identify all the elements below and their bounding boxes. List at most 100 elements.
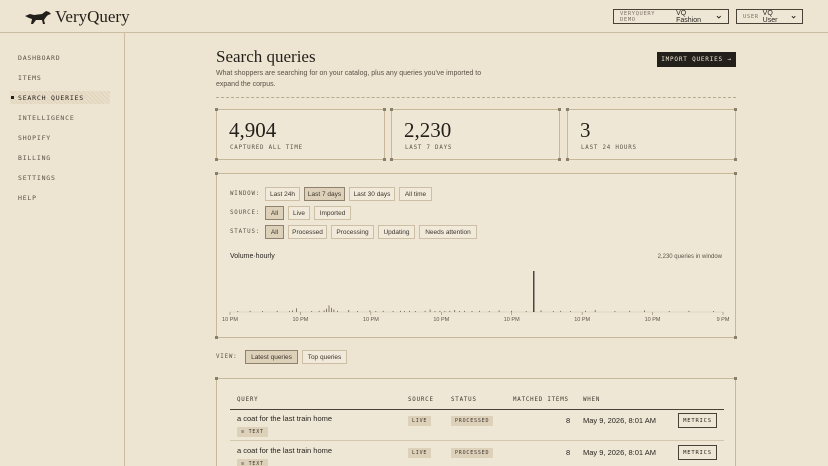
volume-bar [454, 310, 456, 313]
volume-bar [276, 310, 278, 312]
stat-card-last-7-days: 2,230 LAST 7 DAYS [390, 108, 561, 161]
corner-mark [566, 158, 569, 161]
corner-mark [390, 108, 393, 111]
sidebar-item-shopify[interactable]: SHOPIFY [10, 131, 110, 144]
metrics-button[interactable]: METRICS [678, 445, 717, 460]
stat-value: 4,904 [229, 118, 277, 142]
volume-bar [629, 310, 631, 312]
sidebar-item-settings[interactable]: SETTINGS [10, 171, 110, 184]
volume-bar [560, 310, 562, 312]
x-tick-label: 10 PM [574, 317, 590, 323]
sidebar-item-search-queries[interactable]: SEARCH QUERIES [10, 91, 110, 104]
source-option-all[interactable]: All [265, 206, 284, 220]
app-name: VeryQuery [55, 7, 130, 26]
import-queries-button[interactable]: IMPORT QUERIES → [657, 52, 736, 67]
sidebar-item-help[interactable]: HELP [10, 191, 110, 204]
column-header-source[interactable]: SOURCE [408, 397, 434, 403]
status-option-processed[interactable]: Processed [288, 225, 327, 239]
sidebar-item-label: INTELLIGENCE [18, 113, 75, 122]
query-text[interactable]: a coat for the last train home [237, 414, 332, 423]
volume-bar [262, 311, 263, 312]
volume-bar [337, 310, 338, 312]
source-option-imported[interactable]: Imported [314, 206, 351, 220]
metrics-button[interactable]: METRICS [678, 413, 717, 428]
status-option-all[interactable]: All [265, 225, 284, 239]
window-option-last-24h[interactable]: Last 24h [265, 187, 300, 201]
volume-bar [429, 309, 431, 312]
window-option-last-30-days[interactable]: Last 30 days [349, 187, 395, 201]
query-timestamp: May 9, 2026, 8:01 AM [583, 416, 656, 425]
volume-bar [375, 311, 377, 312]
view-option-top-queries[interactable]: Top queries [302, 350, 347, 364]
status-option-updating[interactable]: Updating [378, 225, 415, 239]
status-option-processing[interactable]: Processing [331, 225, 374, 239]
x-tick-label: 10 PM [433, 317, 449, 323]
corner-mark [734, 158, 737, 161]
column-header-status[interactable]: STATUS [451, 397, 477, 403]
volume-bar [237, 311, 239, 312]
workspace-select[interactable]: VERYQUERY DEMO VQ Fashion [613, 9, 729, 24]
sidebar: DASHBOARD ITEMS SEARCH QUERIES INTELLIGE… [0, 33, 125, 466]
workspace-key: VERYQUERY DEMO [620, 10, 656, 23]
corner-mark [215, 172, 218, 175]
stat-value: 3 [580, 118, 591, 142]
column-header-matched-items[interactable]: MATCHED ITEMS [513, 397, 569, 403]
sidebar-item-label: SETTINGS [18, 173, 56, 182]
corner-mark [734, 172, 737, 175]
volume-bar [333, 309, 335, 312]
stat-card-last-24-hours: 3 LAST 24 HOURS [566, 108, 737, 161]
corner-mark [566, 108, 569, 111]
volume-bar [409, 310, 410, 312]
volume-bar [424, 310, 426, 312]
user-menu[interactable]: USER VQ User [736, 9, 803, 24]
x-tick-label: 10 PM [222, 317, 238, 323]
column-header-when[interactable]: WHEN [583, 397, 600, 403]
matched-items-count: 8 [566, 416, 571, 425]
query-type-tag: ≡ TEXT [237, 459, 268, 466]
sidebar-item-label: DASHBOARD [18, 53, 61, 62]
corner-mark [558, 108, 561, 111]
query-text[interactable]: a coat for the last train home [237, 446, 332, 455]
corner-mark [734, 108, 737, 111]
sidebar-item-label: ITEMS [18, 73, 42, 82]
matched-items-count: 8 [566, 448, 571, 457]
page-title: Search queries [216, 47, 316, 66]
volume-bar [400, 310, 401, 312]
window-option-all-time[interactable]: All time [399, 187, 432, 201]
status-label: STATUS: [230, 229, 261, 235]
sidebar-item-intelligence[interactable]: INTELLIGENCE [10, 111, 110, 124]
stat-caption: LAST 24 HOURS [581, 145, 637, 151]
window-option-last-7-days[interactable]: Last 7 days [304, 187, 345, 201]
logo[interactable]: VeryQuery [24, 7, 130, 27]
volume-bar [392, 311, 394, 312]
volume-bar [479, 310, 480, 312]
volume-bar [439, 310, 441, 312]
workspace-value: VQ Fashion [676, 9, 702, 24]
chevron-down-icon [791, 15, 796, 18]
sidebar-item-billing[interactable]: BILLING [10, 151, 110, 164]
volume-count: 2,230 queries in window [657, 254, 722, 260]
corner-mark [215, 336, 218, 339]
volume-title: Volume·hourly [230, 253, 275, 260]
volume-bar-peak [533, 271, 535, 312]
sidebar-item-dashboard[interactable]: DASHBOARD [10, 51, 110, 64]
header-rule [230, 409, 724, 410]
top-bar: VeryQuery VERYQUERY DEMO VQ Fashion USER… [0, 0, 828, 33]
volume-bar [331, 307, 332, 312]
sidebar-item-items[interactable]: ITEMS [10, 71, 110, 84]
view-option-latest-queries[interactable]: Latest queries [245, 350, 298, 364]
source-option-live[interactable]: Live [288, 206, 310, 220]
column-header-query[interactable]: QUERY [237, 397, 258, 403]
sidebar-item-label: SEARCH QUERIES [18, 93, 84, 102]
volume-bar [540, 310, 542, 312]
stat-caption: CAPTURED ALL TIME [230, 145, 303, 151]
volume-bar [570, 311, 571, 312]
source-label: SOURCE: [230, 210, 261, 216]
volume-bar [318, 310, 320, 312]
corner-mark [383, 108, 386, 111]
volume-panel: WINDOW: Last 24h Last 7 days Last 30 day… [215, 172, 737, 339]
volume-bar [414, 311, 416, 312]
status-option-needs-attention[interactable]: Needs attention [419, 225, 477, 239]
volume-bar [369, 310, 371, 312]
volume-bar [459, 311, 460, 312]
